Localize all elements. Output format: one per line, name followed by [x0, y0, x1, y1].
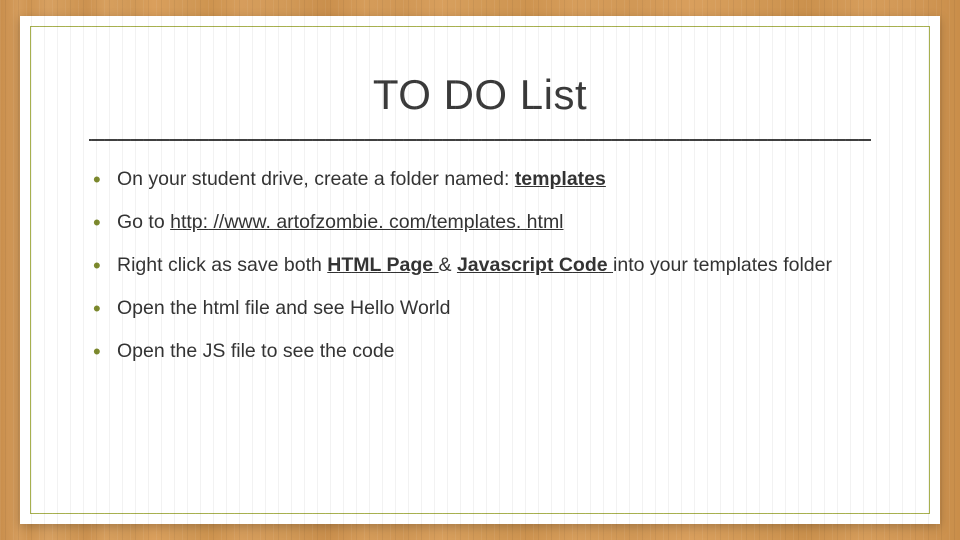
list-item: On your student drive, create a folder n…	[89, 167, 871, 192]
slide-inner-frame: TO DO List On your student drive, create…	[30, 26, 930, 514]
list-item: Go to http: //www. artofzombie. com/temp…	[89, 210, 871, 235]
emphasis-html-page: HTML Page	[327, 254, 438, 276]
wood-background: TO DO List On your student drive, create…	[0, 0, 960, 540]
title-divider	[89, 139, 871, 141]
list-item-text: Open the JS file to see the code	[117, 340, 395, 362]
list-item-text: Right click as save both	[117, 254, 327, 276]
list-item-text: &	[439, 254, 457, 276]
bullet-list: On your student drive, create a folder n…	[89, 167, 871, 364]
templates-url-link[interactable]: http: //www. artofzombie. com/templates.…	[170, 211, 563, 233]
slide-title: TO DO List	[89, 71, 871, 119]
emphasis-templates: templates	[515, 168, 606, 190]
list-item: Right click as save both HTML Page & Jav…	[89, 253, 871, 278]
list-item: Open the html file and see Hello World	[89, 296, 871, 321]
list-item-text: Go to	[117, 211, 170, 233]
list-item-text: Open the html file and see Hello World	[117, 297, 450, 319]
list-item-text: On your student drive, create a folder n…	[117, 168, 515, 190]
emphasis-javascript-code: Javascript Code	[457, 254, 613, 276]
list-item: Open the JS file to see the code	[89, 339, 871, 364]
slide-card: TO DO List On your student drive, create…	[20, 16, 940, 524]
list-item-text: into your templates folder	[613, 254, 832, 276]
